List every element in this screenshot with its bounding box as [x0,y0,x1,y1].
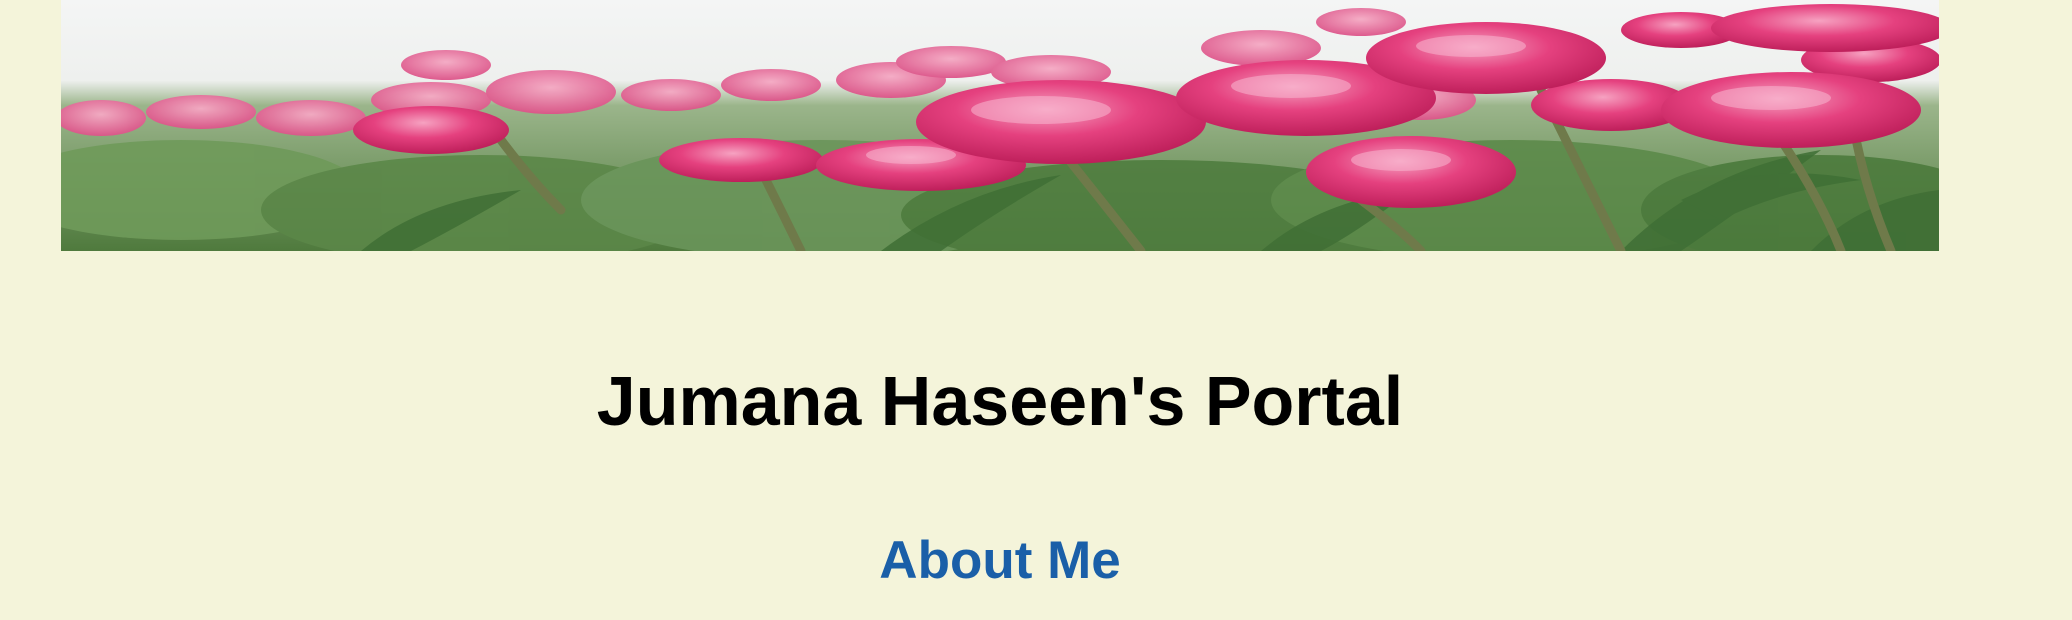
banner-image [61,0,1939,251]
page-title: Jumana Haseen's Portal [596,362,1404,440]
about-me-link[interactable]: About Me [0,534,2000,587]
tulips-illustration [61,0,1939,251]
